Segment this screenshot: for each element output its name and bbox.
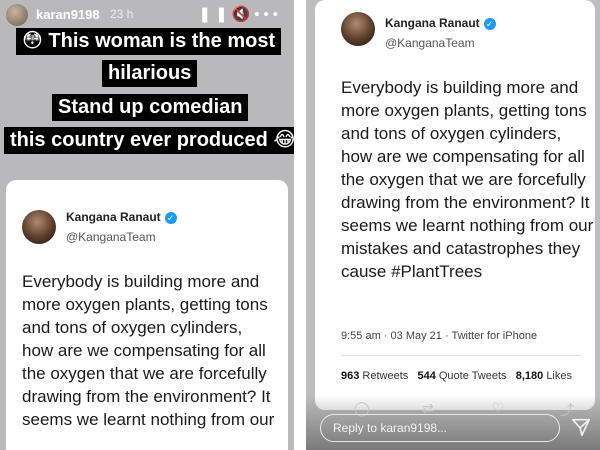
caption-line-2: hilarious	[102, 60, 198, 87]
tweet-line: mistakes and catastrophes they	[341, 239, 581, 258]
tweet-line: drawing from the environment? It	[341, 193, 590, 212]
tweet-line: seems we learnt nothing from our	[22, 410, 275, 429]
send-icon[interactable]	[570, 416, 592, 438]
author-name-row: Kangana Ranaut ✓	[66, 210, 177, 224]
story-time: 23 h	[110, 7, 134, 21]
tweet-line: the oxygen that we are forcefully	[341, 170, 586, 189]
tweet-line: how are we compensating for all	[22, 341, 266, 360]
author-name: Kangana Ranaut	[66, 210, 161, 224]
author-avatar	[341, 12, 375, 46]
caption-line-1: 😳 This woman is the most	[16, 28, 282, 55]
tweet-text: Everybody is building more and more oxyg…	[22, 270, 274, 431]
tweet-line: more oxygen plants, getting tons	[341, 101, 587, 120]
tweet-line: Everybody is building more and	[22, 272, 260, 291]
tweet-line: drawing from the environment? It	[22, 387, 271, 406]
retweets-label[interactable]: Retweets	[362, 370, 408, 382]
quotes-count[interactable]: 544	[417, 370, 435, 382]
tweet-stats: 963 Retweets 544 Quote Tweets 8,180 Like…	[341, 370, 572, 382]
tweet-line: Everybody is building more and	[341, 78, 579, 97]
tweet-line: and tons of oxygen cylinders,	[22, 318, 243, 337]
tweet-line: seems we learnt nothing from our	[341, 216, 594, 235]
verified-icon: ✓	[164, 211, 177, 224]
tweet-card: Kangana Ranaut ✓ @KanganaTeam Everybody i…	[315, 0, 595, 410]
author-avatar	[22, 210, 56, 244]
pause-icon[interactable]: ❚❚	[198, 6, 231, 23]
author-handle: @KanganaTeam	[66, 230, 156, 244]
caption-line-3: Stand up comedian	[52, 94, 249, 121]
divider	[341, 355, 581, 356]
story-header: karan9198 23 h ❚❚🔇•••	[0, 0, 294, 30]
author-name: Kangana Ranaut	[385, 16, 480, 30]
verified-icon: ✓	[483, 17, 496, 30]
mute-icon[interactable]: 🔇	[232, 6, 255, 23]
more-icon[interactable]: •••	[254, 6, 282, 23]
likes-label[interactable]: Likes	[546, 370, 572, 382]
author-name-row: Kangana Ranaut ✓	[385, 16, 496, 30]
right-story-panel: Kangana Ranaut ✓ @KanganaTeam Everybody i…	[306, 0, 600, 450]
tweet-line: more oxygen plants, getting tons	[22, 295, 268, 314]
reply-input[interactable]	[320, 414, 560, 442]
retweets-count[interactable]: 963	[341, 370, 359, 382]
story-controls: ❚❚🔇•••	[198, 5, 282, 23]
tweet-timestamp[interactable]: 9:55 am · 03 May 21 · Twitter for iPhone	[341, 330, 537, 342]
story-username[interactable]: karan9198	[36, 7, 100, 22]
tweet-line: the oxygen that we are forcefully	[22, 364, 267, 383]
left-story-panel: karan9198 23 h ❚❚🔇••• 😳 This woman is th…	[0, 0, 294, 450]
tweet-line: how are we compensating for all	[341, 147, 585, 166]
tweet-card: Kangana Ranaut ✓ @KanganaTeam Everybody i…	[6, 180, 288, 450]
tweet-line: cause #PlantTrees	[341, 262, 483, 281]
story-avatar[interactable]	[6, 4, 28, 26]
quotes-label[interactable]: Quote Tweets	[439, 370, 507, 382]
tweet-line: and tons of oxygen cylinders,	[341, 124, 562, 143]
tweet-text: Everybody is building more and more oxyg…	[341, 76, 593, 283]
caption-line-4: this country ever produced 😂	[4, 127, 294, 154]
author-handle: @KanganaTeam	[385, 36, 475, 50]
likes-count[interactable]: 8,180	[516, 370, 544, 382]
